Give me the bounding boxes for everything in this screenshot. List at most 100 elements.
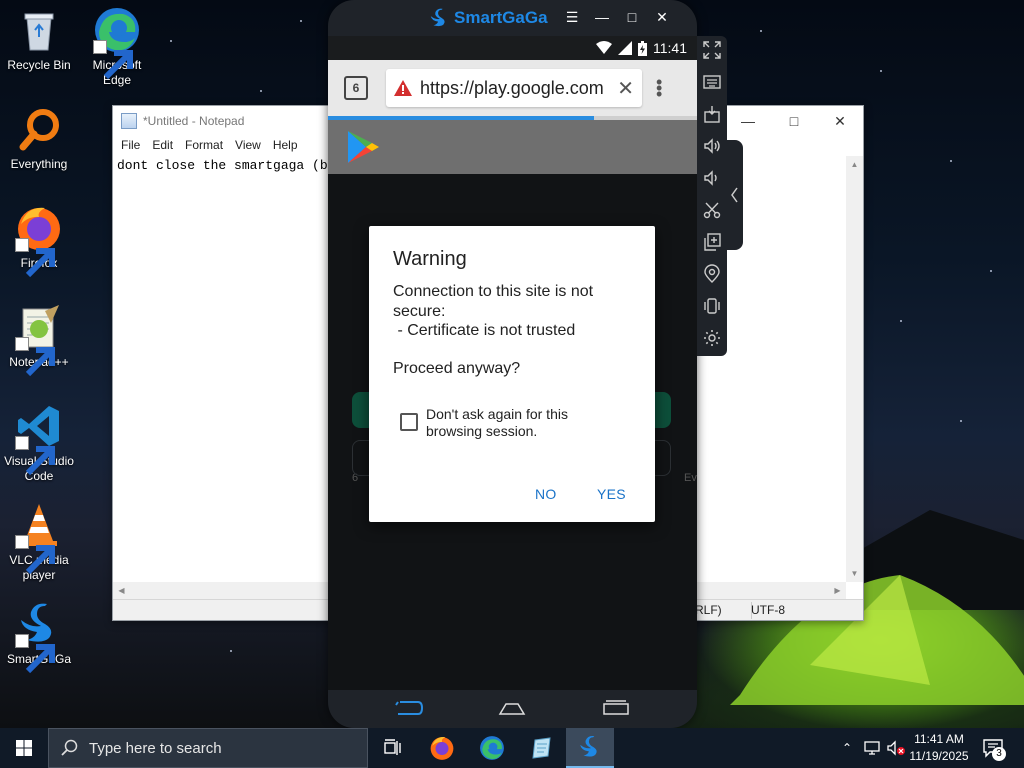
desktop-icon-recycle-bin[interactable]: Recycle Bin (0, 6, 78, 73)
menu-help[interactable]: Help (267, 136, 304, 156)
taskbar-smartgaga[interactable] (566, 728, 614, 768)
search-icon (61, 739, 78, 756)
smartgaga-titlebar[interactable]: SmartGaGa ☰ — □ ✕ (328, 0, 697, 36)
desktop-icon-label: Everything (10, 157, 68, 171)
start-button[interactable] (0, 728, 48, 768)
taskbar-firefox[interactable] (418, 728, 466, 768)
taskbar-edge[interactable] (468, 728, 516, 768)
desktop-icon-edge[interactable]: Microsoft Edge (78, 6, 156, 88)
settings-gear-icon[interactable] (700, 326, 724, 350)
notepad-plus-plus-icon (15, 303, 63, 377)
magnifier-icon (15, 105, 63, 153)
shortcut-arrow-icon (15, 535, 55, 575)
close-button[interactable]: ✕ (652, 9, 672, 26)
progress-fill (328, 116, 594, 120)
maximize-button[interactable]: □ (622, 9, 642, 25)
network-icon[interactable] (862, 740, 882, 756)
android-clock: 11:41 (653, 40, 687, 56)
desktop-icon-everything[interactable]: Everything (0, 105, 78, 172)
location-pin-icon[interactable] (700, 262, 724, 286)
volume-up-icon[interactable] (700, 134, 724, 158)
menu-format[interactable]: Format (179, 136, 229, 156)
battery-icon (638, 40, 647, 56)
desktop-icon-smartgaga[interactable]: SmartGaGa (0, 600, 78, 674)
menu-edit[interactable]: Edit (146, 136, 179, 156)
shortcut-arrow-icon (15, 436, 55, 476)
vertical-scrollbar[interactable]: ▲ ▼ (846, 156, 863, 582)
dialog-message-line: secure: (393, 302, 446, 320)
more-options-icon[interactable]: • • • (656, 73, 662, 103)
url-bar[interactable]: https://play.google.com ✕ (386, 69, 642, 107)
taskbar-search-box[interactable]: Type here to search (48, 728, 368, 768)
firefox-icon (15, 204, 63, 278)
menu-view[interactable]: View (229, 136, 267, 156)
browser-toolbar: 6 https://play.google.com ✕ • • • (328, 60, 697, 116)
minimize-button[interactable]: — (725, 106, 771, 136)
shortcut-arrow-icon (15, 238, 55, 278)
maximize-button[interactable]: □ (771, 106, 817, 136)
smartgaga-title: SmartGaGa (454, 8, 548, 27)
notepad-title: *Untitled - Notepad (143, 114, 245, 128)
google-play-icon (348, 131, 379, 163)
shortcut-arrow-icon (15, 337, 55, 377)
dialog-message-line: - Certificate is not trusted (393, 322, 576, 339)
ssl-warning-dialog: Warning Connection to this site is not s… (369, 226, 655, 522)
back-icon[interactable] (394, 698, 424, 718)
install-apk-icon[interactable] (700, 102, 724, 126)
smartgaga-brand: SmartGaGa (428, 7, 548, 29)
desktop-icon-vlc[interactable]: VLC media player (0, 501, 78, 583)
dont-ask-again-checkbox[interactable] (400, 413, 418, 431)
android-nav-bar (328, 690, 697, 728)
desktop-icon-notepad-plus-plus[interactable]: Notepad++ (0, 303, 78, 377)
volume-muted-icon[interactable] (886, 740, 906, 756)
fullscreen-icon[interactable] (700, 38, 724, 62)
home-icon[interactable] (498, 698, 526, 718)
show-hidden-icons-chevron-icon[interactable]: ⌃ (838, 741, 856, 755)
close-button[interactable]: ✕ (817, 106, 863, 136)
minimize-button[interactable]: — (592, 9, 612, 25)
scroll-right-icon[interactable]: ▶ (829, 582, 846, 599)
no-button[interactable]: NO (535, 486, 557, 502)
tab-switcher-button[interactable]: 6 (344, 76, 368, 100)
system-tray: ⌃ (838, 728, 906, 768)
scroll-left-icon[interactable]: ◀ (113, 582, 130, 599)
desktop-icon-label: Recycle Bin (7, 58, 71, 72)
menu-file[interactable]: File (115, 136, 146, 156)
wifi-icon (596, 41, 612, 54)
windows-taskbar: Type here to search ⌃ 11:41 AM 11/19/202… (0, 728, 1024, 768)
android-status-bar: 11:41 (328, 36, 697, 60)
shortcut-arrow-icon (15, 634, 55, 674)
chevron-left-icon (731, 187, 738, 203)
dialog-title: Warning (393, 248, 467, 270)
recent-apps-icon[interactable] (602, 698, 630, 718)
multi-instance-icon[interactable] (700, 230, 724, 254)
scroll-down-icon[interactable]: ▼ (846, 565, 863, 582)
taskbar-notepad[interactable] (518, 728, 566, 768)
clear-url-icon[interactable]: ✕ (617, 76, 634, 101)
play-store-header (328, 120, 697, 174)
keyboard-icon[interactable] (700, 70, 724, 94)
task-view-button[interactable] (368, 728, 416, 768)
volume-down-icon[interactable] (700, 166, 724, 190)
search-placeholder: Type here to search (89, 739, 222, 757)
vlc-cone-icon (15, 501, 63, 575)
encoding-status: UTF-8 (751, 603, 785, 617)
dialog-question: Proceed anyway? (393, 360, 521, 377)
hamburger-menu-icon[interactable]: ☰ (562, 9, 582, 26)
desktop-icon-vscode[interactable]: Visual Studio Code (0, 402, 78, 484)
edge-icon (93, 6, 141, 80)
signal-icon (618, 41, 632, 55)
windows-logo-icon (16, 740, 32, 756)
clock-time: 11:41 AM (914, 732, 964, 746)
checkbox-label[interactable]: Don't ask again for this browsing sessio… (426, 406, 626, 440)
desktop-icon-firefox[interactable]: Firefox (0, 204, 78, 278)
scroll-up-icon[interactable]: ▲ (846, 156, 863, 173)
toolbar-collapse-tab[interactable] (727, 140, 743, 250)
screenshot-scissors-icon[interactable] (700, 198, 724, 222)
yes-button[interactable]: YES (597, 486, 626, 502)
vscode-icon (15, 402, 63, 476)
swan-icon (580, 735, 597, 757)
shake-icon[interactable] (700, 294, 724, 318)
line-ending-status: RLF) (695, 603, 722, 617)
taskbar-clock[interactable]: 11:41 AM 11/19/2025 (904, 731, 974, 765)
